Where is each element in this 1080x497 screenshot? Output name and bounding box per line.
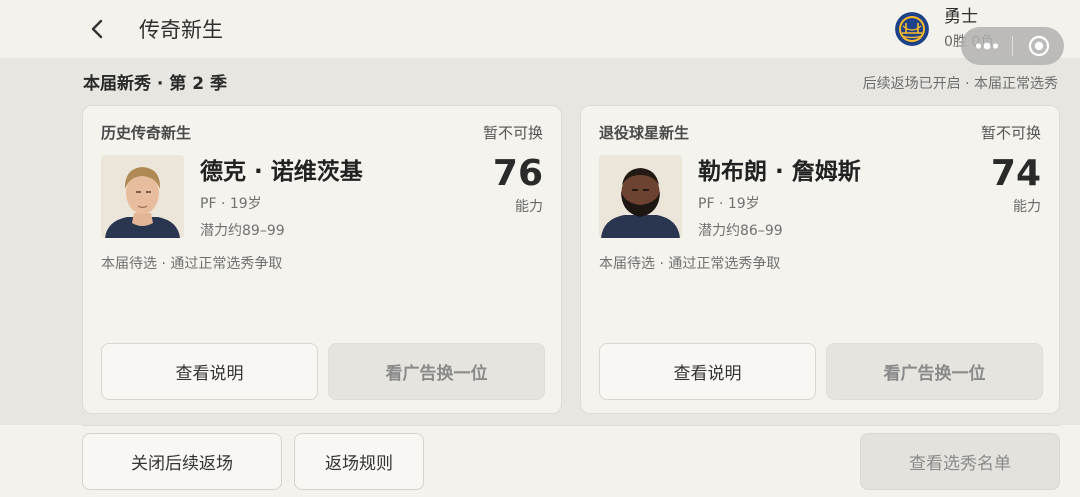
draft-note: 本届待选 · 通过正常选秀争取 xyxy=(101,256,283,272)
player-potential: 潜力约86–99 xyxy=(698,223,783,239)
miniapp-capsule xyxy=(961,27,1064,65)
warriors-logo-icon xyxy=(895,12,929,46)
player-potential: 潜力约89–99 xyxy=(200,223,285,239)
page-title: 传奇新生 xyxy=(139,18,223,42)
player-meta: PF · 19岁 xyxy=(698,196,760,212)
view-description-button[interactable]: 查看说明 xyxy=(599,343,816,400)
watch-ad-swap-button[interactable]: 看广告换一位 xyxy=(826,343,1043,400)
player-name: 德克 · 诺维茨基 xyxy=(200,159,363,185)
rating-label: 能力 xyxy=(515,199,543,215)
card-lock-status: 暂不可换 xyxy=(980,124,1041,142)
rating-label: 能力 xyxy=(1013,199,1041,215)
section-status: 后续返场已开启 · 本届正常选秀 xyxy=(862,76,1058,92)
return-rules-button[interactable]: 返场规则 xyxy=(294,433,424,490)
card-category: 退役球星新生 xyxy=(599,124,690,142)
rookie-card: 退役球星新生 暂不可换 勒布朗 · 詹姆斯 PF · 19岁 潜力约86–99 … xyxy=(580,105,1060,414)
top-bar: 传奇新生 勇士 0胜 0负 xyxy=(0,0,1080,65)
player-portrait xyxy=(101,155,184,238)
target-circle-icon xyxy=(1028,35,1049,57)
player-name: 勒布朗 · 詹姆斯 xyxy=(698,159,861,185)
view-draft-list-button[interactable]: 查看选秀名单 xyxy=(860,433,1060,490)
player-rating: 74 xyxy=(990,153,1041,194)
player-rating: 76 xyxy=(492,153,543,194)
section-title: 本届新秀 · 第 2 季 xyxy=(83,74,227,94)
chevron-left-icon xyxy=(91,19,103,39)
card-category: 历史传奇新生 xyxy=(101,124,192,142)
team-name: 勇士 xyxy=(944,7,978,27)
more-button[interactable] xyxy=(961,27,1012,65)
back-button[interactable] xyxy=(84,16,110,42)
watch-ad-swap-button[interactable]: 看广告换一位 xyxy=(328,343,545,400)
rookie-card: 历史传奇新生 暂不可换 德克 · 诺维茨基 PF · 19岁 潜力约89–99 … xyxy=(82,105,562,414)
card-lock-status: 暂不可换 xyxy=(482,124,543,142)
close-miniapp-button[interactable] xyxy=(1013,27,1064,65)
close-returns-button[interactable]: 关闭后续返场 xyxy=(82,433,282,490)
bottom-bar: 关闭后续返场 返场规则 查看选秀名单 xyxy=(0,425,1080,497)
draft-note: 本届待选 · 通过正常选秀争取 xyxy=(599,256,781,272)
view-description-button[interactable]: 查看说明 xyxy=(101,343,318,400)
player-meta: PF · 19岁 xyxy=(200,196,262,212)
bottom-divider xyxy=(82,425,1060,426)
more-dots-icon xyxy=(975,42,998,50)
player-portrait xyxy=(599,155,682,238)
